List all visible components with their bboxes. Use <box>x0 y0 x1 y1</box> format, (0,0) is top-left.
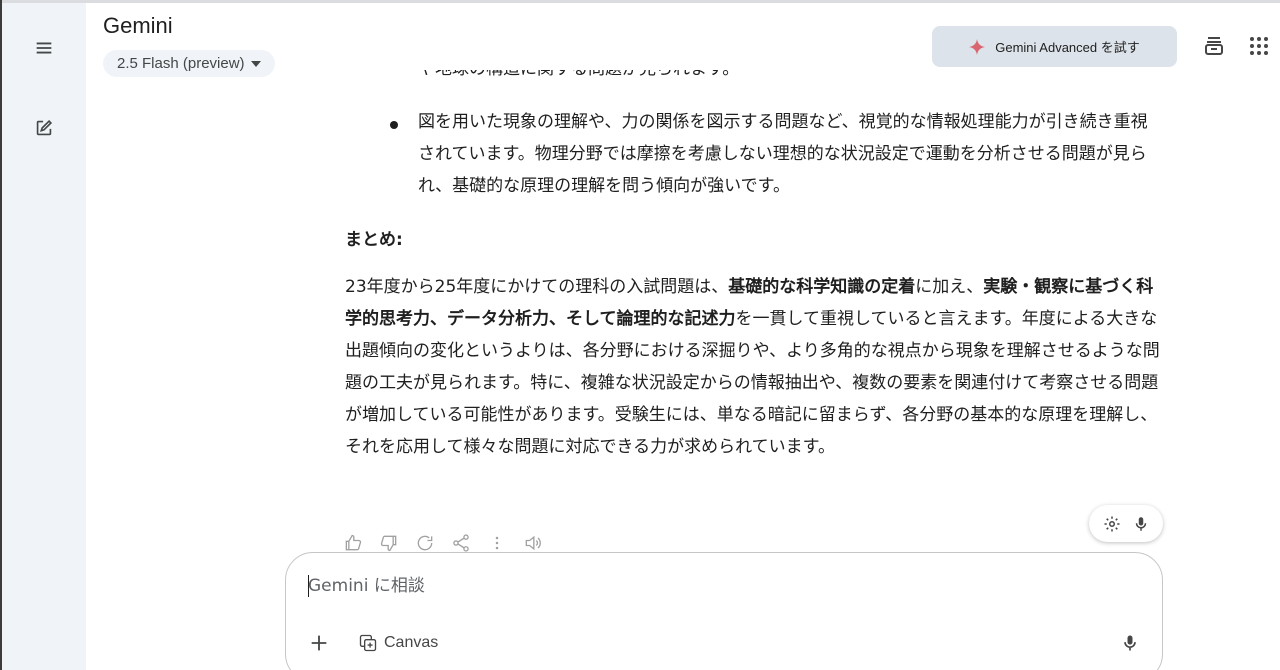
history-button[interactable] <box>1198 30 1230 62</box>
app-title: Gemini <box>103 13 173 38</box>
apps-button[interactable] <box>1243 30 1275 62</box>
gear-icon[interactable] <box>1103 515 1121 533</box>
plus-icon <box>311 635 327 651</box>
thumbs-down-icon[interactable] <box>379 533 399 553</box>
text-cursor <box>308 575 309 597</box>
summary-heading: まとめ: <box>345 230 403 250</box>
summary-text-part: に加え、 <box>915 277 984 297</box>
thumbs-up-icon[interactable] <box>343 533 363 553</box>
try-advanced-button[interactable]: Gemini Advanced を試す <box>932 26 1177 67</box>
list-bullet <box>390 121 398 129</box>
canvas-button[interactable]: Canvas <box>358 629 438 657</box>
more-vert-icon[interactable] <box>487 533 507 553</box>
summary-bold-part: 基礎的な科学知識の定着 <box>728 277 916 297</box>
sparkle-icon <box>969 38 986 55</box>
response-cut-off-text: や地球の構造に関する問題が見られます。 <box>418 70 739 85</box>
response-actions <box>343 533 543 553</box>
list-item: 図を用いた現象の理解や、力の関係を図示する問題など、視覚的な情報処理能力が引き続… <box>418 112 1148 196</box>
canvas-icon <box>359 634 377 652</box>
share-icon[interactable] <box>451 533 471 553</box>
mic-icon <box>1124 635 1136 651</box>
volume-icon[interactable] <box>523 533 543 553</box>
edit-icon <box>36 119 53 136</box>
prompt-composer: Canvas <box>285 552 1163 670</box>
summary-text-part: を一貫して重視していると言えます。年度による大きな出題傾向の変化というよりは、各… <box>345 309 1160 457</box>
summary-paragraph: 23年度から25年度にかけての理科の入試問題は、基礎的な科学知識の定着に加え、実… <box>345 271 1165 463</box>
voice-input-button[interactable] <box>1116 629 1144 657</box>
main-menu-button[interactable] <box>24 28 64 68</box>
prompt-input[interactable] <box>308 573 1008 599</box>
menu-icon <box>36 42 52 54</box>
window-top-edge <box>0 0 1280 3</box>
model-selector-label: 2.5 Flash (preview) <box>117 55 245 72</box>
new-chat-button[interactable] <box>24 108 64 148</box>
canvas-label: Canvas <box>384 634 439 651</box>
apps-grid-icon <box>1250 37 1268 55</box>
floating-tools-pill <box>1089 505 1163 542</box>
summary-text-part: 23年度から25年度にかけての理科の入試問題は、 <box>345 277 729 297</box>
response-cut-off-line: や地球の構造に関する問題が見られます。 <box>418 70 1178 90</box>
sidebar <box>2 3 86 670</box>
history-icon <box>1205 37 1223 55</box>
add-attachment-button[interactable] <box>304 628 334 658</box>
regenerate-icon[interactable] <box>415 533 435 553</box>
try-advanced-label: Gemini Advanced を試す <box>995 40 1140 55</box>
mic-icon[interactable] <box>1132 515 1150 533</box>
model-selector[interactable]: 2.5 Flash (preview) <box>103 50 275 77</box>
caret-down-icon <box>250 60 261 67</box>
